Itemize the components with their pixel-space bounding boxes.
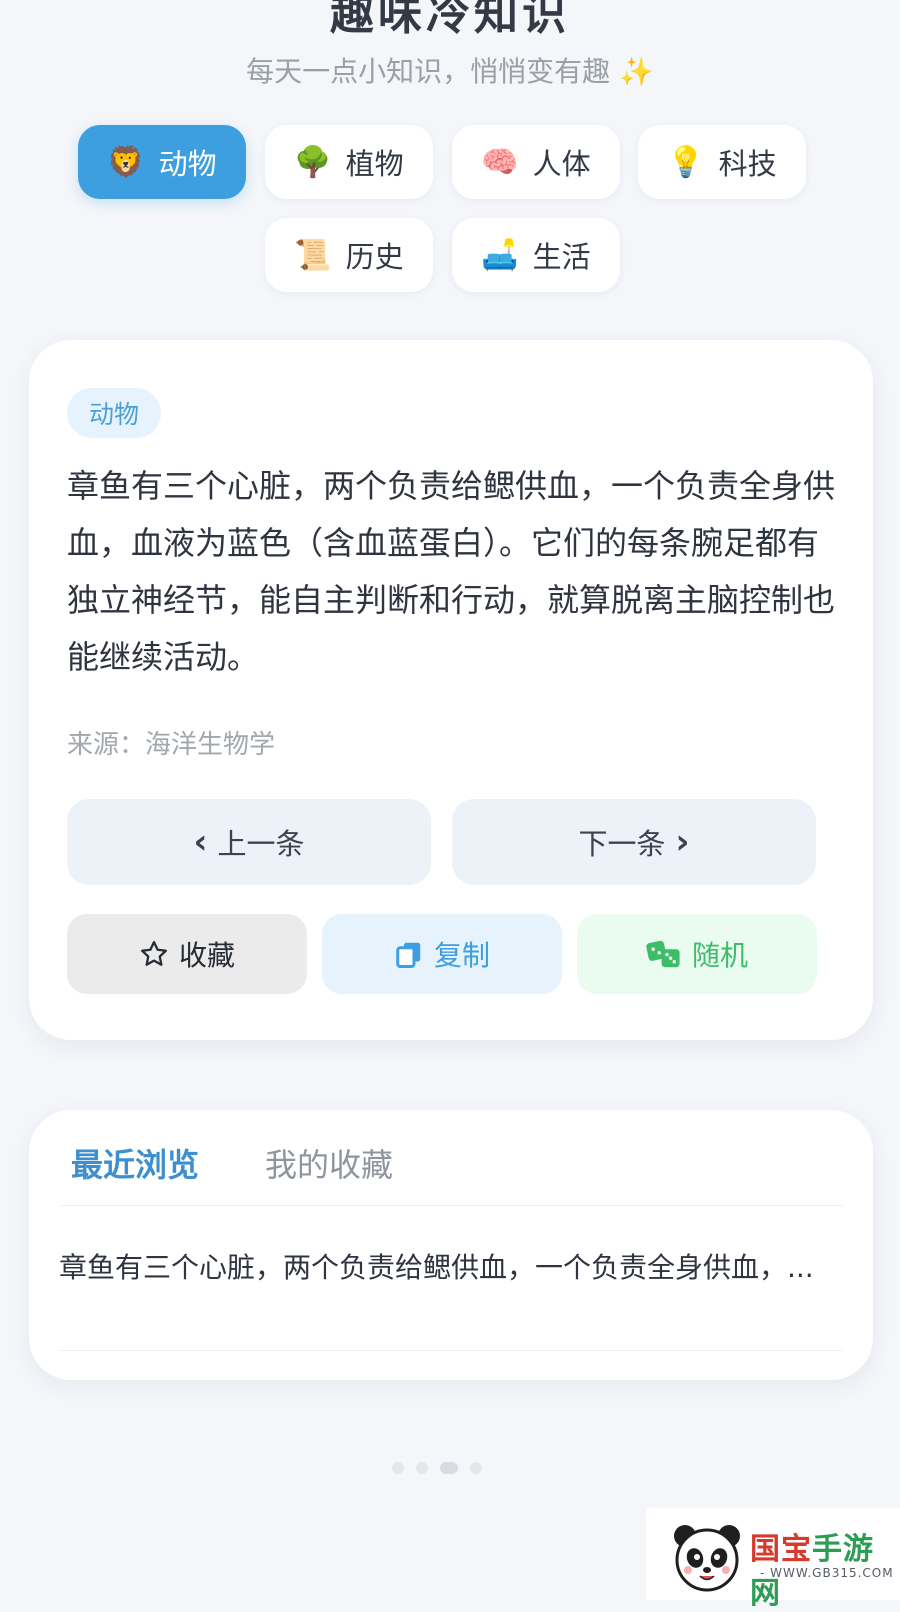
category-history[interactable]: 📜 历史 xyxy=(265,218,433,292)
random-label: 随机 xyxy=(691,939,748,972)
panda-icon xyxy=(674,1525,740,1592)
next-label: 下一条 xyxy=(578,827,666,861)
fact-source: 来源：海洋生物学 xyxy=(67,730,276,760)
page-indicator xyxy=(392,1462,482,1474)
copy-icon xyxy=(396,942,421,968)
category-label: 植物 xyxy=(345,147,404,181)
prev-label: 上一条 xyxy=(217,827,305,861)
list-item[interactable]: 章鱼有三个心脏，两个负责给鳃供血，一个负责全身供血，... xyxy=(59,1246,819,1290)
lightbulb-icon: 💡 xyxy=(667,144,705,180)
list-divider xyxy=(59,1350,843,1351)
indicator-dot xyxy=(392,1462,404,1474)
indicator-dot xyxy=(470,1462,482,1474)
random-button[interactable]: 随机 xyxy=(577,914,817,994)
category-life[interactable]: 🛋️ 生活 xyxy=(452,218,620,292)
chevron-left-icon: ‹ xyxy=(193,822,208,862)
category-animal[interactable]: 🦁 动物 xyxy=(78,125,246,199)
tab-recent[interactable]: 最近浏览 xyxy=(71,1140,199,1186)
category-label: 历史 xyxy=(345,240,404,274)
couch-icon: 🛋️ xyxy=(481,237,519,273)
fact-text: 章鱼有三个心脏，两个负责给鳃供血，一个负责全身供血，血液为蓝色（含血蓝蛋白）。它… xyxy=(67,467,836,676)
tree-icon: 🌳 xyxy=(294,144,332,180)
scroll-icon: 📜 xyxy=(294,237,332,273)
favorite-label: 收藏 xyxy=(178,939,235,972)
dice-icon xyxy=(646,940,680,968)
tab-favorites[interactable]: 我的收藏 xyxy=(265,1140,393,1186)
category-label: 科技 xyxy=(718,147,777,181)
category-label: 人体 xyxy=(532,147,591,181)
page-title: 趣味冷知识 xyxy=(330,0,570,40)
category-tag: 动物 xyxy=(67,388,162,438)
copy-label: 复制 xyxy=(433,939,490,972)
fact-card: 动物 章鱼有三个心脏，两个负责给鳃供血，一个负责全身供血，血液为蓝色（含血蓝蛋白… xyxy=(29,340,873,1040)
prev-button[interactable]: ‹ 上一条 xyxy=(67,799,431,885)
history-card: 最近浏览 我的收藏 章鱼有三个心脏，两个负责给鳃供血，一个负责全身供血，... xyxy=(29,1110,873,1380)
chevron-right-icon: › xyxy=(675,822,690,862)
watermark-url: - WWW.GB315.COM - xyxy=(760,1566,894,1594)
lion-icon: 🦁 xyxy=(107,144,145,180)
category-tech[interactable]: 💡 科技 xyxy=(638,125,806,199)
category-body[interactable]: 🧠 人体 xyxy=(452,125,620,199)
copy-button[interactable]: 复制 xyxy=(322,914,562,994)
category-plant[interactable]: 🌳 植物 xyxy=(265,125,433,199)
star-icon xyxy=(140,941,167,966)
watermark-logo: 国宝手游网 - WWW.GB315.COM - xyxy=(646,1508,900,1611)
favorite-button[interactable]: 收藏 xyxy=(67,914,307,994)
brain-icon: 🧠 xyxy=(481,144,519,180)
indicator-dot xyxy=(440,1462,458,1474)
category-label: 动物 xyxy=(158,147,217,181)
next-button[interactable]: 下一条 › xyxy=(452,799,816,885)
indicator-dot xyxy=(416,1462,428,1474)
page-subtitle: 每天一点小知识，悄悄变有趣 ✨ xyxy=(246,55,654,88)
category-label: 生活 xyxy=(532,240,591,274)
tab-divider xyxy=(59,1205,843,1206)
